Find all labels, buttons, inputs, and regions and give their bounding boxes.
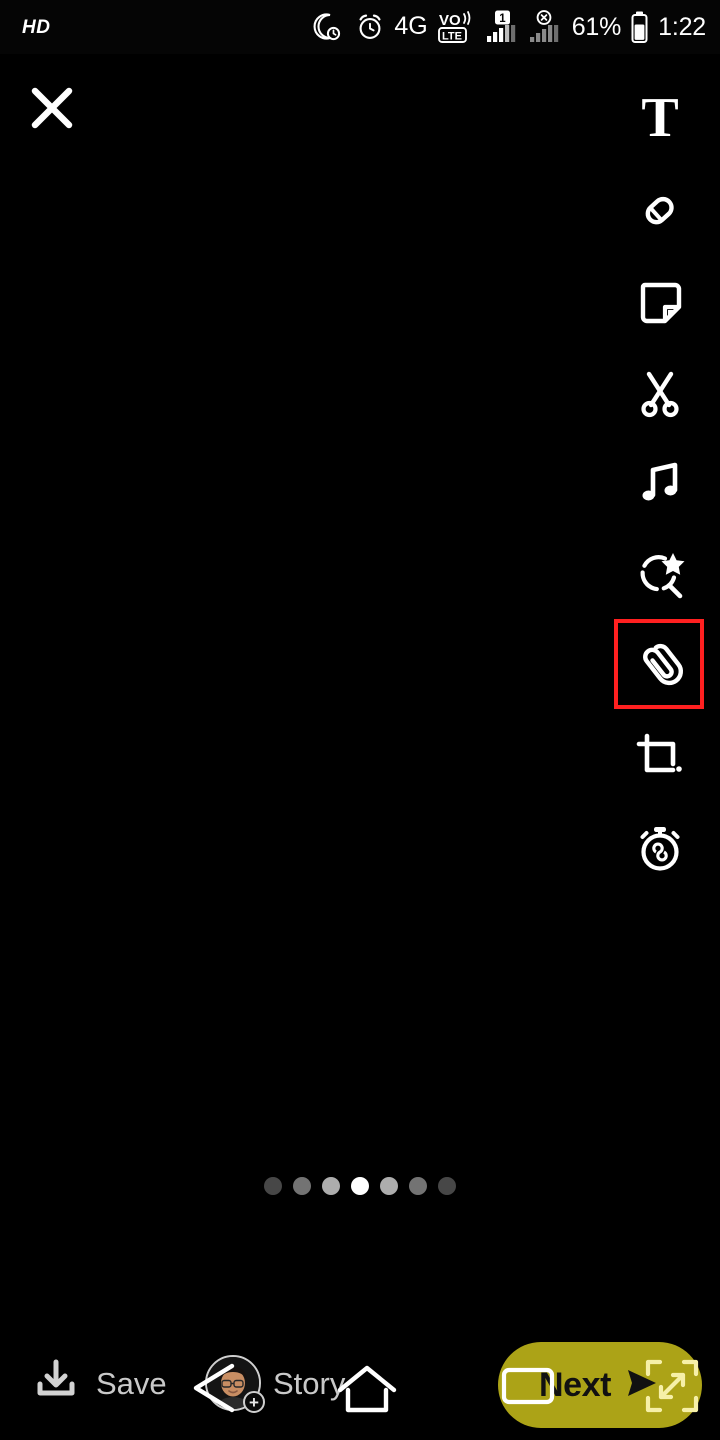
carousel-dot[interactable] [322, 1177, 340, 1195]
clock-time-label: 1:22 [658, 12, 706, 41]
send-arrow-icon [623, 1364, 661, 1407]
tool-timer-button[interactable] [600, 802, 720, 893]
alarm-clock-icon [355, 12, 385, 42]
music-note-icon [628, 452, 692, 516]
tool-attach-link-button[interactable] [600, 618, 720, 711]
sticker-icon [628, 270, 692, 334]
status-bar-icons: 4G VO LTE 1 61% 1:22 [312, 10, 706, 44]
tool-crop-button[interactable] [600, 711, 720, 802]
sim1-signal-icon: 1 [486, 10, 520, 44]
download-save-icon [30, 1355, 82, 1412]
battery-percent-label: 61% [571, 12, 622, 41]
tool-draw-button[interactable] [600, 165, 720, 256]
tool-cutout-button[interactable] [600, 347, 720, 438]
paperclip-icon [628, 634, 692, 698]
status-bar: HD 4G VO LTE 1 61% 1:22 [0, 0, 720, 54]
carousel-dot[interactable] [264, 1177, 282, 1195]
carousel-dot[interactable] [380, 1177, 398, 1195]
close-button[interactable] [22, 80, 82, 140]
story-button[interactable]: + Story [205, 1350, 345, 1416]
svg-text:VO: VO [439, 12, 461, 29]
tool-sticker-button[interactable] [600, 256, 720, 347]
svg-text:LTE: LTE [442, 31, 462, 43]
add-to-story-badge: + [243, 1391, 265, 1413]
scissors-icon [628, 361, 692, 425]
next-button[interactable]: Next [498, 1342, 702, 1428]
story-button-label: Story [273, 1365, 346, 1401]
story-avatar-icon: + [205, 1355, 265, 1413]
carousel-dot-active[interactable] [351, 1177, 369, 1195]
lens-scan-star-icon [628, 543, 692, 607]
bottom-action-bar: Save + Story Next [0, 1330, 720, 1440]
timer-infinity-icon [628, 816, 692, 880]
bedtime-moon-clock-icon [312, 12, 346, 42]
pencil-draw-icon [628, 179, 692, 243]
network-type-label: 4G [394, 11, 428, 40]
sim2-no-service-icon [529, 10, 563, 44]
filter-carousel-dots[interactable] [0, 1175, 720, 1197]
carousel-dot[interactable] [293, 1177, 311, 1195]
snap-editor-screen: HD 4G VO LTE 1 61% 1:22 T Save + Story N… [0, 0, 720, 1440]
battery-icon [630, 11, 649, 43]
hd-quality-badge: HD [22, 16, 51, 38]
tool-scan-button[interactable] [600, 529, 720, 620]
save-button-label: Save [96, 1365, 167, 1401]
svg-text:1: 1 [499, 13, 506, 25]
carousel-dot[interactable] [438, 1177, 456, 1195]
close-x-icon [26, 82, 78, 139]
crop-icon [628, 725, 692, 789]
text-tool-icon: T [641, 86, 679, 149]
editing-tool-rail: T [600, 74, 720, 893]
next-button-label: Next [538, 1366, 612, 1404]
carousel-dot[interactable] [409, 1177, 427, 1195]
tool-text-button[interactable]: T [600, 74, 720, 165]
save-button[interactable]: Save [30, 1352, 167, 1414]
volte-icon: VO LTE [437, 10, 477, 44]
tool-music-button[interactable] [600, 438, 720, 529]
